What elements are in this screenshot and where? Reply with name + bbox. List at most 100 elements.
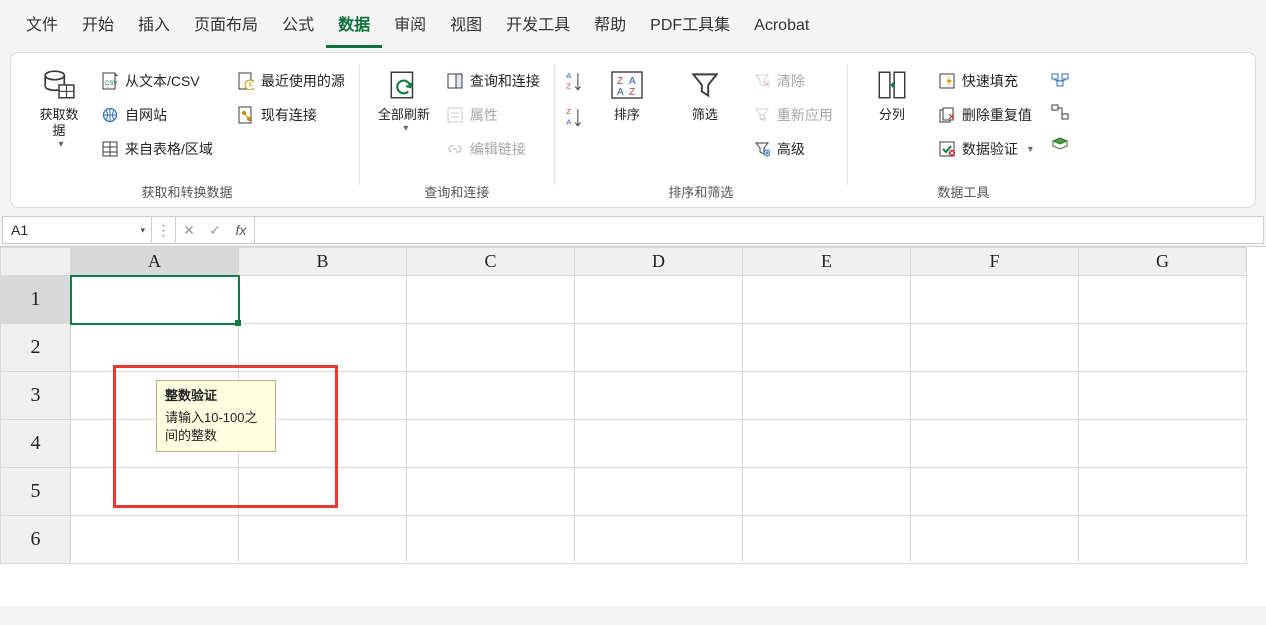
cell-G3[interactable] <box>1079 372 1247 420</box>
tab-view[interactable]: 视图 <box>438 3 494 48</box>
cell-C6[interactable] <box>407 516 575 564</box>
col-header-C[interactable]: C <box>407 248 575 276</box>
data-validation-button[interactable]: 数据验证 <box>932 135 1039 163</box>
insert-function-button[interactable]: fx <box>228 222 254 238</box>
row-header-1[interactable]: 1 <box>1 276 71 324</box>
tooltip-title: 整数验证 <box>165 387 267 405</box>
select-all-corner[interactable] <box>1 248 71 276</box>
svg-text:CSV: CSV <box>105 81 117 87</box>
filter-button[interactable]: 筛选 <box>669 63 741 123</box>
tab-acrobat[interactable]: Acrobat <box>742 9 821 48</box>
row-header-3[interactable]: 3 <box>1 372 71 420</box>
cell-G6[interactable] <box>1079 516 1247 564</box>
cell-C3[interactable] <box>407 372 575 420</box>
tab-pdf-tools[interactable]: PDF工具集 <box>638 3 742 48</box>
tab-review[interactable]: 审阅 <box>382 3 438 48</box>
cell-C1[interactable] <box>407 276 575 324</box>
cell-F1[interactable] <box>911 276 1079 324</box>
cell-D2[interactable] <box>575 324 743 372</box>
col-header-G[interactable]: G <box>1079 248 1247 276</box>
existing-connections-button[interactable]: 现有连接 <box>231 101 351 129</box>
fill-handle[interactable] <box>235 320 241 326</box>
col-header-B[interactable]: B <box>239 248 407 276</box>
row-header-4[interactable]: 4 <box>1 420 71 468</box>
cell-B1[interactable] <box>239 276 407 324</box>
cell-E5[interactable] <box>743 468 911 516</box>
cell-B5[interactable] <box>239 468 407 516</box>
cell-A2[interactable] <box>71 324 239 372</box>
remove-duplicates-button[interactable]: 删除重复值 <box>932 101 1039 129</box>
from-text-csv-button[interactable]: CSV 从文本/CSV <box>95 67 219 95</box>
svg-text:A: A <box>566 117 572 126</box>
link-icon <box>446 140 464 158</box>
cell-F2[interactable] <box>911 324 1079 372</box>
col-header-E[interactable]: E <box>743 248 911 276</box>
relationships-button[interactable] <box>1049 99 1071 125</box>
sort-asc-button[interactable]: AZ <box>563 71 585 93</box>
cell-A1[interactable] <box>71 276 239 324</box>
cell-B2[interactable] <box>239 324 407 372</box>
col-header-D[interactable]: D <box>575 248 743 276</box>
cell-F3[interactable] <box>911 372 1079 420</box>
name-box[interactable]: A1 <box>2 216 152 244</box>
data-validation-tooltip: 整数验证 请输入10-100之间的整数 <box>156 380 276 452</box>
cell-E2[interactable] <box>743 324 911 372</box>
row-header-5[interactable]: 5 <box>1 468 71 516</box>
text-to-columns-button[interactable]: 分列 <box>856 63 928 123</box>
row-header-6[interactable]: 6 <box>1 516 71 564</box>
sort-button[interactable]: ZAAZ 排序 <box>591 63 663 123</box>
recent-sources-button[interactable]: 最近使用的源 <box>231 67 351 95</box>
cell-C5[interactable] <box>407 468 575 516</box>
flash-fill-button[interactable]: 快速填充 <box>932 67 1039 95</box>
sort-desc-button[interactable]: ZA <box>563 107 585 129</box>
cell-G1[interactable] <box>1079 276 1247 324</box>
cell-D3[interactable] <box>575 372 743 420</box>
cell-F6[interactable] <box>911 516 1079 564</box>
tab-insert[interactable]: 插入 <box>126 3 182 48</box>
name-box-dropdown-icon[interactable] <box>138 225 145 236</box>
cell-D4[interactable] <box>575 420 743 468</box>
group-label-sort-filter: 排序和筛选 <box>563 180 839 205</box>
cell-B6[interactable] <box>239 516 407 564</box>
cell-G4[interactable] <box>1079 420 1247 468</box>
cell-C4[interactable] <box>407 420 575 468</box>
advanced-filter-button[interactable]: 高级 <box>747 135 839 163</box>
get-data-button[interactable]: 获取数 据 <box>23 63 95 150</box>
cell-A5[interactable] <box>71 468 239 516</box>
cell-G5[interactable] <box>1079 468 1247 516</box>
cell-G2[interactable] <box>1079 324 1247 372</box>
panel-icon <box>446 72 464 90</box>
cell-D6[interactable] <box>575 516 743 564</box>
refresh-all-button[interactable]: 全部刷新 <box>368 63 440 134</box>
tab-help[interactable]: 帮助 <box>582 3 638 48</box>
enter-formula-button: ✓ <box>202 222 228 239</box>
tab-home[interactable]: 开始 <box>70 3 126 48</box>
tab-formulas[interactable]: 公式 <box>270 3 326 48</box>
cell-E4[interactable] <box>743 420 911 468</box>
cell-E6[interactable] <box>743 516 911 564</box>
col-header-F[interactable]: F <box>911 248 1079 276</box>
cell-E1[interactable] <box>743 276 911 324</box>
formula-input[interactable] <box>255 216 1264 244</box>
tab-page-layout[interactable]: 页面布局 <box>182 3 270 48</box>
tab-data[interactable]: 数据 <box>326 3 382 48</box>
queries-connections-button[interactable]: 查询和连接 <box>440 67 546 95</box>
cell-A6[interactable] <box>71 516 239 564</box>
cell-F5[interactable] <box>911 468 1079 516</box>
consolidate-button[interactable] <box>1049 67 1071 93</box>
cell-C2[interactable] <box>407 324 575 372</box>
svg-text:Z: Z <box>566 107 571 116</box>
cell-D5[interactable] <box>575 468 743 516</box>
from-table-range-button[interactable]: 来自表格/区域 <box>95 135 219 163</box>
cell-F4[interactable] <box>911 420 1079 468</box>
manage-data-model-button[interactable] <box>1049 131 1071 157</box>
tab-file[interactable]: 文件 <box>14 3 70 48</box>
cell-D1[interactable] <box>575 276 743 324</box>
clear-filter-button: 清除 <box>747 67 839 95</box>
row-header-2[interactable]: 2 <box>1 324 71 372</box>
col-header-A[interactable]: A <box>71 248 239 276</box>
tab-developer[interactable]: 开发工具 <box>494 3 582 48</box>
from-web-button[interactable]: 自网站 <box>95 101 219 129</box>
svg-text:A: A <box>617 87 624 98</box>
cell-E3[interactable] <box>743 372 911 420</box>
